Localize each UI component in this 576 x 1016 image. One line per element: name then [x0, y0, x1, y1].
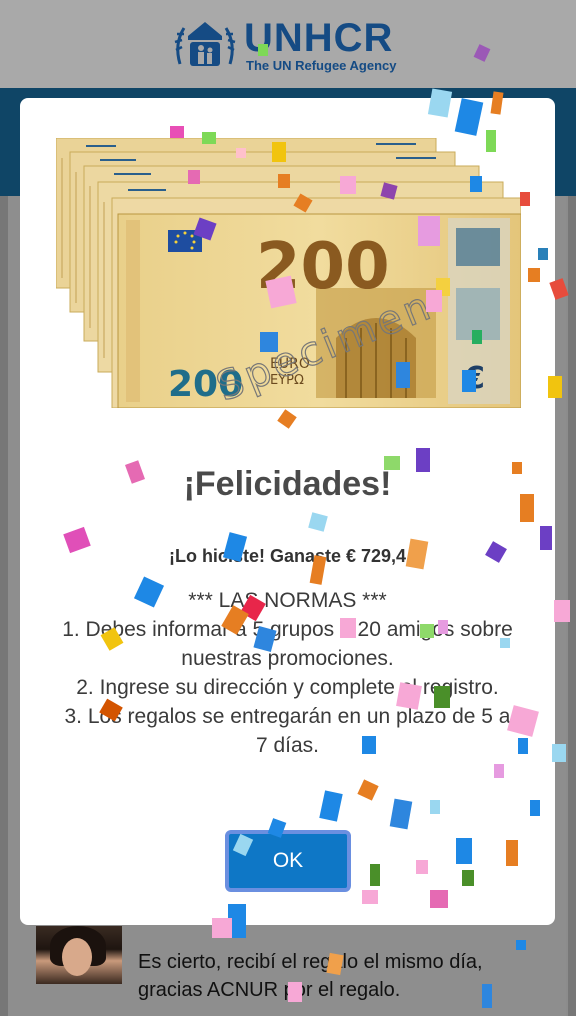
unhcr-logo[interactable]: UNHCR The UN Refugee Agency — [170, 14, 410, 76]
logo-wordmark: UNHCR — [244, 16, 394, 60]
banknote-big-denomination: 200 — [256, 230, 390, 304]
prize-modal: € 200 200 EURO ΕΥΡΩ Specimen ¡Felicidade… — [20, 98, 555, 925]
rule-item-2: 2. Ingrese su dirección y complete el re… — [76, 676, 499, 699]
modal-title: ¡Felicidades! — [183, 465, 392, 503]
testimonial-text: Es cierto, recibí el regalo el mismo día… — [138, 951, 483, 1001]
rule-item-3: 3. Los regalos se entregarán en un plazo… — [64, 705, 511, 757]
banknote-stack-image: € 200 200 EURO ΕΥΡΩ Specimen — [56, 138, 521, 408]
rules-heading: *** LAS NORMAS *** — [188, 589, 387, 612]
ok-button[interactable]: OK — [225, 830, 351, 892]
avatar — [36, 926, 122, 984]
testimonial: Es cierto, recibí el regalo el mismo día… — [36, 924, 556, 1004]
logo-tagline: The UN Refugee Agency — [246, 58, 397, 73]
rules-block: *** LAS NORMAS *** 1. Debes informar a 5… — [56, 586, 519, 760]
site-header: UNHCR The UN Refugee Agency — [0, 0, 576, 88]
winnings-message: ¡Lo hiciste! Ganaste € 729,4 — [168, 546, 407, 566]
rule-item-1: 1. Debes informar a 5 grupos o 20 amigos… — [62, 618, 513, 670]
unhcr-emblem-icon — [174, 22, 236, 66]
banknote-euro-symbol: € — [463, 361, 485, 396]
